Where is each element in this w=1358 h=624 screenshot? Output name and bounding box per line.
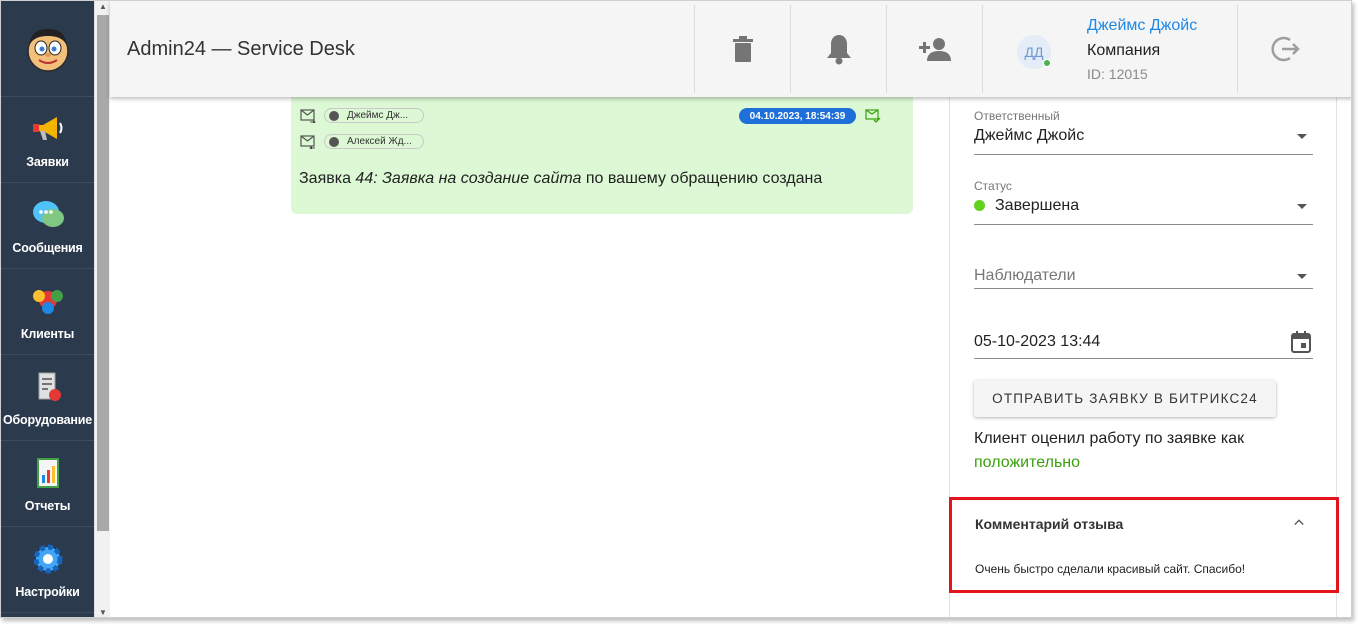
report-icon — [30, 455, 66, 491]
status-dot-icon — [974, 200, 985, 211]
review-text: Очень быстро сделали красивый сайт. Спас… — [975, 562, 1246, 576]
rating-info: Клиент оценил работу по заявке как полож… — [974, 430, 1245, 471]
rating-value: положительно — [974, 454, 1081, 471]
sidebar-item-label: Сообщения — [12, 240, 83, 255]
sidebar: Заявки Сообщения Клиенты Оборудование От… — [1, 1, 94, 617]
mail-in-icon — [300, 135, 315, 149]
review-comment-section: Комментарий отзыва Очень быстро сделали … — [949, 497, 1339, 593]
responsible-select[interactable]: Ответственный Джеймс Джойс — [974, 109, 1313, 155]
status-select[interactable]: Статус Завершена — [974, 179, 1313, 225]
sender-name: Джеймс Дж... — [347, 110, 409, 121]
sidebar-scrollbar[interactable]: ▲ ▼ — [94, 1, 111, 617]
sidebar-item-reports[interactable]: Отчеты — [1, 441, 94, 527]
megaphone-icon — [30, 111, 66, 147]
sidebar-item-requests[interactable]: Заявки — [1, 97, 94, 183]
add-user-icon — [918, 38, 951, 61]
message-datetime: 04.10.2023, 18:54:39 — [739, 108, 856, 124]
review-title: Комментарий отзыва — [975, 516, 1124, 532]
user-id: ID: 12015 — [1087, 66, 1148, 82]
avatar-initials: ДД — [1024, 44, 1044, 60]
delete-button[interactable] — [694, 5, 790, 93]
date-input[interactable]: 05-10-2023 13:44 — [974, 321, 1313, 359]
user-name[interactable]: Джеймс Джойс — [1087, 17, 1197, 35]
responsible-label: Ответственный — [974, 109, 1060, 123]
page-title: Admin24 — Service Desk — [127, 38, 355, 60]
send-to-bitrix-button[interactable]: ОТПРАВИТЬ ЗАЯВКУ В БИТРИКС24 — [974, 380, 1276, 417]
sidebar-item-label: Отчеты — [24, 498, 71, 513]
sidebar-item-messages[interactable]: Сообщения — [1, 183, 94, 269]
message-text: Заявка 44: Заявка на создание сайта по в… — [299, 170, 823, 187]
sidebar-item-label: Оборудование — [2, 412, 93, 427]
chat-icon — [30, 197, 66, 233]
scrollbar-thumb[interactable] — [97, 15, 109, 531]
logo[interactable] — [1, 1, 94, 97]
recipient-name: Алексей Жд... — [347, 136, 412, 147]
user-profile[interactable]: ДД Джеймс Джойс Компания ID: 12015 — [982, 5, 1238, 93]
sidebar-item-equipment[interactable]: Оборудование — [1, 355, 94, 441]
mail-read-icon — [865, 109, 881, 123]
status-value: Завершена — [974, 197, 1079, 215]
sidebar-item-label: Клиенты — [20, 326, 75, 341]
sidebar-item-clients[interactable]: Клиенты — [1, 269, 94, 355]
scroll-up-icon[interactable]: ▲ — [95, 1, 111, 13]
mail-out-icon — [300, 109, 316, 123]
responsible-value: Джеймс Джойс — [974, 127, 1085, 144]
message-bubble: Джеймс Дж... Алексей Жд... 04.10.2023, 1… — [291, 97, 913, 214]
add-user-button[interactable] — [886, 5, 982, 93]
logout-icon — [1271, 36, 1300, 62]
sidebar-item-label: Заявки — [26, 154, 69, 169]
chevron-down-icon — [1297, 274, 1307, 279]
watchers-placeholder: Наблюдатели — [974, 267, 1076, 284]
online-status-dot — [1043, 59, 1051, 67]
chevron-down-icon — [1297, 134, 1307, 139]
scroll-down-icon[interactable]: ▼ — [95, 607, 111, 617]
status-label: Статус — [974, 179, 1012, 193]
gear-icon — [30, 541, 66, 577]
trash-icon — [732, 36, 753, 62]
chevron-down-icon — [1297, 204, 1307, 209]
bell-icon — [826, 35, 851, 65]
notifications-button[interactable] — [790, 5, 886, 93]
app-window: Заявки Сообщения Клиенты Оборудование От… — [0, 0, 1352, 618]
calendar-icon[interactable] — [1291, 331, 1311, 353]
person-icon — [329, 136, 339, 147]
sender-chip[interactable]: Джеймс Дж... — [324, 108, 424, 123]
date-value: 05-10-2023 13:44 — [974, 333, 1101, 350]
clients-icon — [30, 283, 66, 319]
avatar[interactable]: ДД — [1017, 35, 1051, 69]
recipient-chip[interactable]: Алексей Жд... — [324, 134, 424, 149]
chevron-up-icon[interactable] — [1294, 517, 1304, 527]
top-header: Admin24 — Service Desk ДД Джеймс Джойс К… — [110, 1, 1351, 97]
sidebar-item-settings[interactable]: Настройки — [1, 527, 94, 613]
person-icon — [329, 110, 339, 121]
logout-button[interactable] — [1238, 5, 1334, 93]
sidebar-item-label: Настройки — [15, 584, 80, 599]
user-company: Компания — [1087, 42, 1161, 59]
equipment-icon — [30, 369, 66, 405]
avatar-logo-icon — [26, 28, 69, 72]
watchers-select[interactable]: Наблюдатели — [974, 255, 1313, 289]
